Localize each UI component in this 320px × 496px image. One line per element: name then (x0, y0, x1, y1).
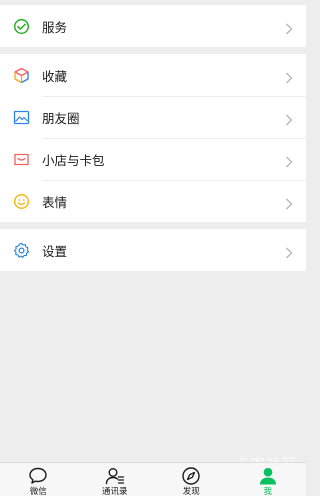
compass-icon (181, 466, 201, 486)
chevron-right-icon (285, 195, 293, 210)
menu-group-service: 服务 (0, 5, 306, 47)
tab-label: 发现 (182, 487, 200, 496)
menu-group-main: 收藏 朋友圈 小店与卡包 表情 (0, 54, 306, 222)
menu-item-label: 小店与卡包 (42, 152, 105, 168)
chevron-right-icon (285, 69, 293, 84)
chevron-right-icon (285, 244, 293, 259)
tab-label: 微信 (29, 487, 47, 496)
section-gap (0, 47, 306, 54)
moments-image-icon (13, 109, 30, 126)
menu-item-favorites[interactable]: 收藏 (0, 54, 306, 96)
menu-item-service[interactable]: 服务 (0, 5, 306, 47)
chevron-right-icon (285, 153, 293, 168)
tab-discover[interactable]: 发现 (153, 463, 230, 496)
person-icon (258, 466, 278, 486)
emoji-smile-icon (13, 193, 30, 210)
tab-contacts[interactable]: 通讯录 (77, 463, 154, 496)
section-gap (0, 222, 306, 229)
contacts-icon (105, 466, 125, 486)
menu-item-moments[interactable]: 朋友圈 (0, 96, 306, 138)
tab-label: 通讯录 (101, 487, 128, 496)
bottom-tab-bar: 微信 通讯录 发现 我 (0, 462, 306, 496)
chevron-right-icon (285, 111, 293, 126)
chevron-right-icon (285, 20, 293, 35)
tab-chats[interactable]: 微信 (0, 463, 77, 496)
tab-label: 我 (263, 487, 272, 496)
menu-item-label: 朋友圈 (42, 110, 80, 126)
menu-item-label: 收藏 (42, 68, 68, 84)
favorites-cube-icon (13, 67, 30, 84)
menu-item-label: 服务 (42, 19, 68, 35)
tab-me[interactable]: 我 (230, 463, 307, 496)
menu-item-label: 设置 (42, 243, 68, 259)
chat-bubble-icon (28, 466, 48, 486)
menu-group-settings: 设置 (0, 229, 306, 271)
menu-item-label: 表情 (42, 194, 68, 210)
service-wallet-icon (13, 18, 30, 35)
settings-gear-icon (13, 242, 30, 259)
menu-item-shop-cards[interactable]: 小店与卡包 (0, 138, 306, 180)
menu-item-emoji[interactable]: 表情 (0, 180, 306, 222)
shop-card-icon (13, 151, 30, 168)
menu-item-settings[interactable]: 设置 (0, 229, 306, 271)
